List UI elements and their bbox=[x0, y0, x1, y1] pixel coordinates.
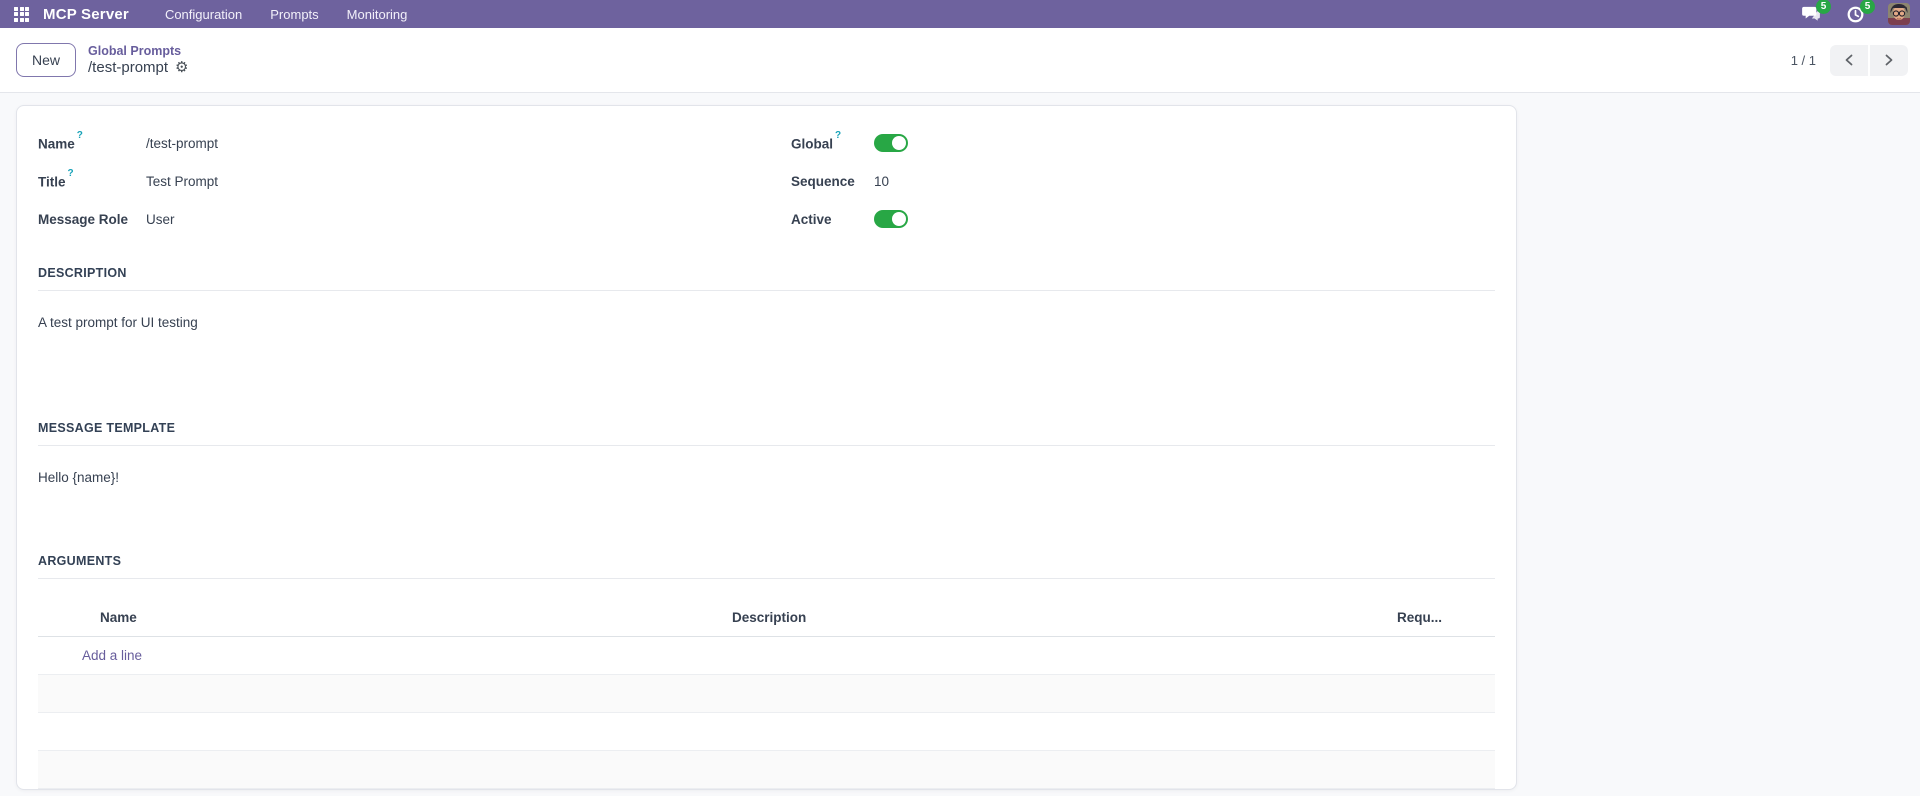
global-toggle[interactable] bbox=[874, 134, 908, 152]
name-label: Name? bbox=[38, 129, 83, 152]
description-input[interactable]: A test prompt for UI testing bbox=[38, 315, 1495, 393]
empty-row bbox=[38, 675, 1495, 713]
column-header-required[interactable]: Requ... bbox=[1397, 610, 1495, 625]
new-button[interactable]: New bbox=[16, 43, 77, 77]
sequence-label: Sequence bbox=[791, 173, 855, 189]
empty-row bbox=[38, 713, 1495, 751]
menu-monitoring[interactable]: Monitoring bbox=[335, 2, 420, 27]
breadcrumb-global-prompts[interactable]: Global Prompts bbox=[88, 44, 188, 58]
global-label: Global? bbox=[791, 129, 842, 152]
user-avatar[interactable] bbox=[1888, 3, 1910, 25]
section-arguments-title: ARGUMENTS bbox=[38, 554, 1495, 579]
breadcrumb-current-record: /test-prompt bbox=[88, 59, 169, 77]
field-column-right: Global? Sequence 10 Active bbox=[791, 124, 1495, 238]
breadcrumb: Global Prompts /test-prompt ⚙ bbox=[88, 44, 188, 77]
field-global: Global? bbox=[791, 124, 1495, 162]
section-message-template-title: MESSAGE TEMPLATE bbox=[38, 421, 1495, 446]
field-title: Title? Test Prompt bbox=[38, 162, 791, 200]
title-label: Title? bbox=[38, 167, 74, 190]
field-sequence: Sequence 10 bbox=[791, 162, 1495, 200]
field-active: Active bbox=[791, 200, 1495, 238]
arguments-table-header: Name Description Requ... bbox=[38, 599, 1495, 637]
title-help-icon[interactable]: ? bbox=[68, 168, 74, 179]
empty-row bbox=[38, 751, 1495, 789]
pager: 1 / 1 bbox=[1790, 44, 1908, 76]
top-navbar: MCP Server Configuration Prompts Monitor… bbox=[0, 0, 1920, 28]
activities-button[interactable]: 5 bbox=[1844, 0, 1875, 24]
navbar-systray: 5 5 bbox=[1800, 0, 1910, 25]
sequence-input[interactable]: 10 bbox=[874, 174, 889, 189]
title-input[interactable]: Test Prompt bbox=[146, 174, 218, 189]
main-menu: Configuration Prompts Monitoring bbox=[153, 2, 419, 27]
global-help-icon[interactable]: ? bbox=[835, 130, 841, 141]
gear-icon[interactable]: ⚙ bbox=[175, 60, 188, 75]
pager-next-button[interactable] bbox=[1870, 44, 1908, 76]
messages-badge: 5 bbox=[1816, 0, 1831, 14]
form-sheet: Name? /test-prompt Title? Test Prompt Me… bbox=[16, 105, 1517, 790]
menu-configuration[interactable]: Configuration bbox=[153, 2, 254, 27]
active-toggle[interactable] bbox=[874, 210, 908, 228]
app-title[interactable]: MCP Server bbox=[43, 6, 129, 23]
message-role-select[interactable]: User bbox=[146, 212, 175, 227]
chevron-right-icon bbox=[1885, 54, 1893, 66]
message-template-input[interactable]: Hello {name}! bbox=[38, 470, 1495, 548]
field-name: Name? /test-prompt bbox=[38, 124, 791, 162]
pager-previous-button[interactable] bbox=[1830, 44, 1868, 76]
field-message-role: Message Role User bbox=[38, 200, 791, 238]
column-header-name[interactable]: Name bbox=[82, 610, 732, 625]
message-role-label: Message Role bbox=[38, 211, 129, 227]
chevron-left-icon bbox=[1845, 54, 1853, 66]
field-group: Name? /test-prompt Title? Test Prompt Me… bbox=[38, 124, 1495, 238]
name-help-icon[interactable]: ? bbox=[77, 130, 83, 141]
arguments-table: Name Description Requ... Add a line bbox=[38, 599, 1495, 789]
field-column-left: Name? /test-prompt Title? Test Prompt Me… bbox=[38, 124, 791, 238]
add-line-row: Add a line bbox=[38, 637, 1495, 675]
column-header-description[interactable]: Description bbox=[732, 610, 1397, 625]
name-input[interactable]: /test-prompt bbox=[146, 136, 218, 151]
apps-grid-icon[interactable] bbox=[14, 6, 29, 22]
section-description-title: DESCRIPTION bbox=[38, 266, 1495, 291]
active-label: Active bbox=[791, 211, 832, 227]
activities-badge: 5 bbox=[1860, 0, 1875, 14]
add-a-line-link[interactable]: Add a line bbox=[82, 648, 1495, 663]
menu-prompts[interactable]: Prompts bbox=[258, 2, 330, 27]
pager-counter: 1 / 1 bbox=[1790, 52, 1816, 68]
control-panel: New Global Prompts /test-prompt ⚙ 1 / 1 bbox=[0, 28, 1920, 93]
messages-button[interactable]: 5 bbox=[1800, 0, 1831, 24]
